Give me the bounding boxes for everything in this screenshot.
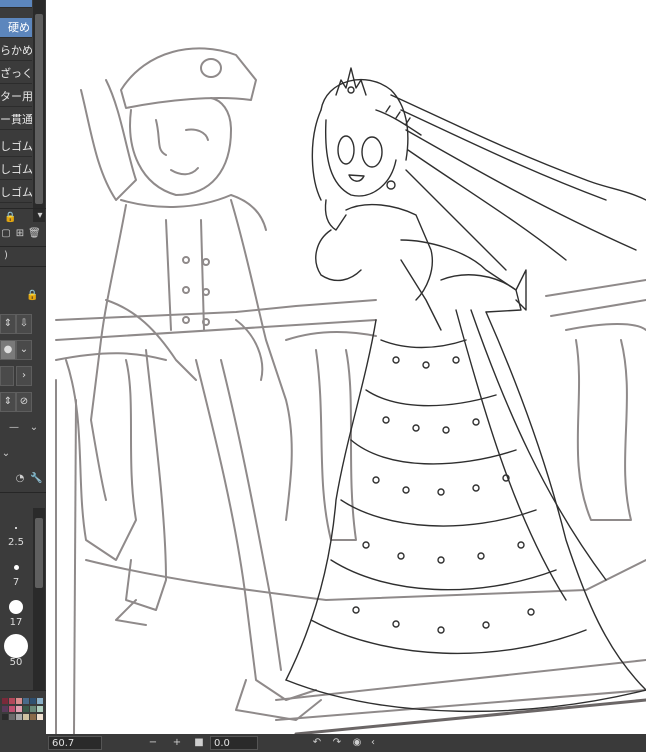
- zoom-out-icon[interactable]: −: [146, 734, 160, 752]
- brush-dot-50[interactable]: [4, 634, 28, 658]
- property-tab-icon[interactable]: ): [0, 250, 12, 262]
- color-swatch[interactable]: [2, 698, 8, 704]
- subtool-scrollbar[interactable]: [33, 0, 45, 222]
- artwork: [55, 47, 646, 734]
- collapse-arrow-icon[interactable]: ‹: [366, 734, 380, 752]
- brush-size-label-17: 17: [9, 617, 23, 628]
- color-swatch[interactable]: [37, 714, 43, 720]
- color-swatch[interactable]: [37, 698, 43, 704]
- rotation-value-field[interactable]: 0.0: [210, 736, 258, 750]
- reset-rotation-icon[interactable]: ◉: [350, 734, 364, 752]
- delete-subtool-icon[interactable]: 🗑: [28, 228, 41, 240]
- color-swatch[interactable]: [16, 714, 22, 720]
- subtool-item-top-cut[interactable]: [0, 0, 32, 8]
- subtool-scroll-thumb[interactable]: [35, 14, 43, 204]
- navigator-status-bar: 60.7 − + ■ 0.0 ↶ ↷ ◉ ‹: [46, 734, 646, 752]
- drawing-canvas[interactable]: [46, 0, 646, 734]
- zoom-value-field[interactable]: 60.7: [48, 736, 102, 750]
- brush-size-label-50: 50: [9, 657, 23, 668]
- sub-tool-panel: 硬め らかめ ざっくり ター用 ー貫通 しゴム しゴム しゴム ▾ 🔒 ▢ ⊞ …: [0, 0, 46, 752]
- subtool-item-3[interactable]: ター用: [0, 87, 32, 107]
- color-swatch[interactable]: [9, 698, 15, 704]
- new-subtool-icon[interactable]: ⊞: [14, 228, 26, 240]
- tip-dropdown-icon[interactable]: ⌄: [16, 340, 32, 360]
- brush-size-scrollbar[interactable]: [33, 508, 45, 690]
- rotate-right-icon[interactable]: ↷: [330, 734, 344, 752]
- subtool-item-5[interactable]: しゴム: [0, 137, 32, 157]
- expand-down-icon[interactable]: ⌄: [0, 448, 12, 460]
- brush-dot-17[interactable]: [9, 600, 23, 614]
- rotate-left-icon[interactable]: ↶: [310, 734, 324, 752]
- subtool-item-1[interactable]: らかめ: [0, 41, 32, 61]
- color-swatch[interactable]: [9, 706, 15, 712]
- scroll-down-icon[interactable]: ▾: [34, 210, 46, 222]
- opacity-toggle-icon[interactable]: ⊘: [16, 392, 32, 412]
- pressure-button[interactable]: ⇩: [16, 314, 32, 334]
- wrench-icon[interactable]: 🔧: [30, 473, 42, 485]
- color-field[interactable]: [0, 366, 14, 386]
- brush-size-scroll-thumb[interactable]: [35, 518, 43, 588]
- brush-size-label-2-5: 2.5: [8, 537, 24, 548]
- brush-dot-2-5[interactable]: [15, 527, 17, 529]
- girl-line-art: [285, 67, 646, 713]
- property-lock-icon[interactable]: 🔒: [26, 290, 38, 302]
- zoom-in-icon[interactable]: +: [170, 734, 184, 752]
- color-swatch[interactable]: [16, 698, 22, 704]
- color-swatch[interactable]: [23, 706, 29, 712]
- color-swatch[interactable]: [30, 714, 36, 720]
- color-swatch[interactable]: [2, 706, 8, 712]
- color-swatch[interactable]: [23, 714, 29, 720]
- line-style-icon[interactable]: —: [0, 422, 28, 434]
- color-swatch[interactable]: [30, 706, 36, 712]
- line-dropdown-icon[interactable]: ⌄: [28, 422, 40, 434]
- color-swatch[interactable]: [2, 714, 8, 720]
- subtool-item-4[interactable]: ー貫通: [0, 110, 32, 130]
- copy-subtool-icon[interactable]: ▢: [0, 228, 12, 240]
- brush-tip-preview[interactable]: ●: [0, 340, 16, 360]
- color-swatch[interactable]: [16, 706, 22, 712]
- expand-arrow-icon[interactable]: ›: [16, 366, 32, 386]
- size-stepper[interactable]: ⇕: [0, 314, 16, 334]
- subtool-item-6[interactable]: しゴム: [0, 160, 32, 180]
- reset-icon[interactable]: ◔: [14, 473, 26, 485]
- lock-icon[interactable]: 🔒: [4, 212, 16, 224]
- color-swatch[interactable]: [9, 714, 15, 720]
- fit-window-icon[interactable]: ■: [192, 734, 206, 752]
- subtool-item-7[interactable]: しゴム: [0, 183, 32, 203]
- rough-boy-sketch: [80, 47, 322, 721]
- opacity-stepper[interactable]: ⇕: [0, 392, 16, 412]
- subtool-item-2[interactable]: ざっくり: [0, 64, 32, 84]
- color-swatch[interactable]: [30, 698, 36, 704]
- color-swatch[interactable]: [23, 698, 29, 704]
- subtool-item-0[interactable]: 硬め: [0, 18, 32, 38]
- brush-size-label-7: 7: [12, 577, 20, 588]
- brush-dot-7[interactable]: [14, 565, 19, 570]
- color-swatch[interactable]: [37, 706, 43, 712]
